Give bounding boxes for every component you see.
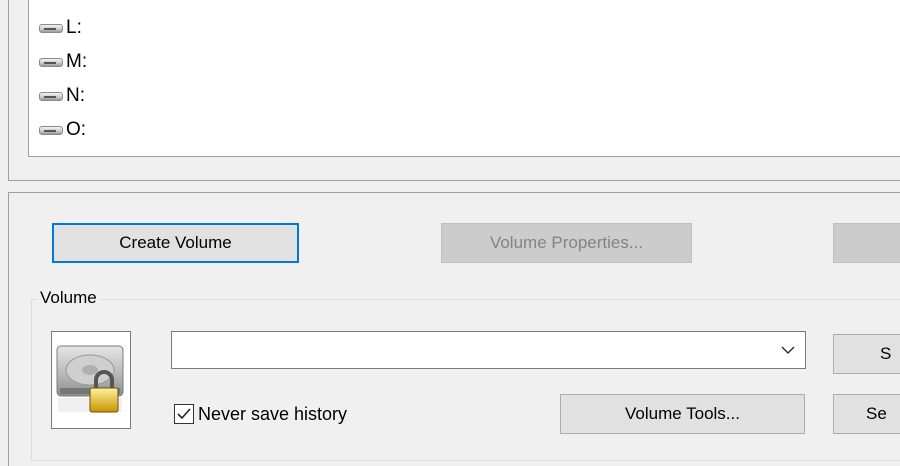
drive-list-item-o[interactable]: O: (39, 116, 86, 144)
never-save-history-checkbox[interactable]: Never save history (174, 402, 347, 426)
volume-group (31, 299, 900, 461)
hard-drive-icon (39, 21, 65, 35)
never-save-history-label: Never save history (198, 403, 348, 424)
hard-drive-icon (39, 153, 65, 156)
select-device-button-partial[interactable]: Se (833, 394, 900, 434)
drive-letter: M: (66, 51, 88, 72)
drive-letter: O: (66, 119, 87, 140)
checkbox-box[interactable] (174, 404, 194, 424)
locked-drive-icon (56, 345, 124, 413)
volume-properties-button[interactable]: Volume Properties... (441, 223, 692, 263)
drive-list[interactable]: L: M: N: O: (28, 0, 900, 157)
drive-list-item-partial[interactable] (39, 146, 66, 156)
hard-drive-icon (39, 123, 65, 137)
chevron-down-icon[interactable] (779, 341, 797, 359)
drive-letter: L: (66, 17, 82, 38)
hard-drive-icon (39, 89, 65, 103)
wipe-cache-button-partial[interactable] (833, 223, 900, 263)
drive-list-item-l[interactable]: L: (39, 14, 82, 42)
drive-list-item-m[interactable]: M: (39, 48, 87, 76)
drive-list-item-n[interactable]: N: (39, 82, 85, 110)
volume-group-label: Volume (37, 288, 100, 308)
hard-drive-icon (39, 55, 65, 69)
select-file-button-partial[interactable]: S (833, 334, 900, 374)
drive-letter: N: (66, 85, 85, 106)
checkmark-icon (177, 408, 191, 420)
volume-path-combobox[interactable] (171, 331, 806, 369)
volume-tools-button[interactable]: Volume Tools... (560, 394, 805, 434)
create-volume-button[interactable]: Create Volume (52, 223, 299, 263)
volume-image (51, 331, 131, 429)
